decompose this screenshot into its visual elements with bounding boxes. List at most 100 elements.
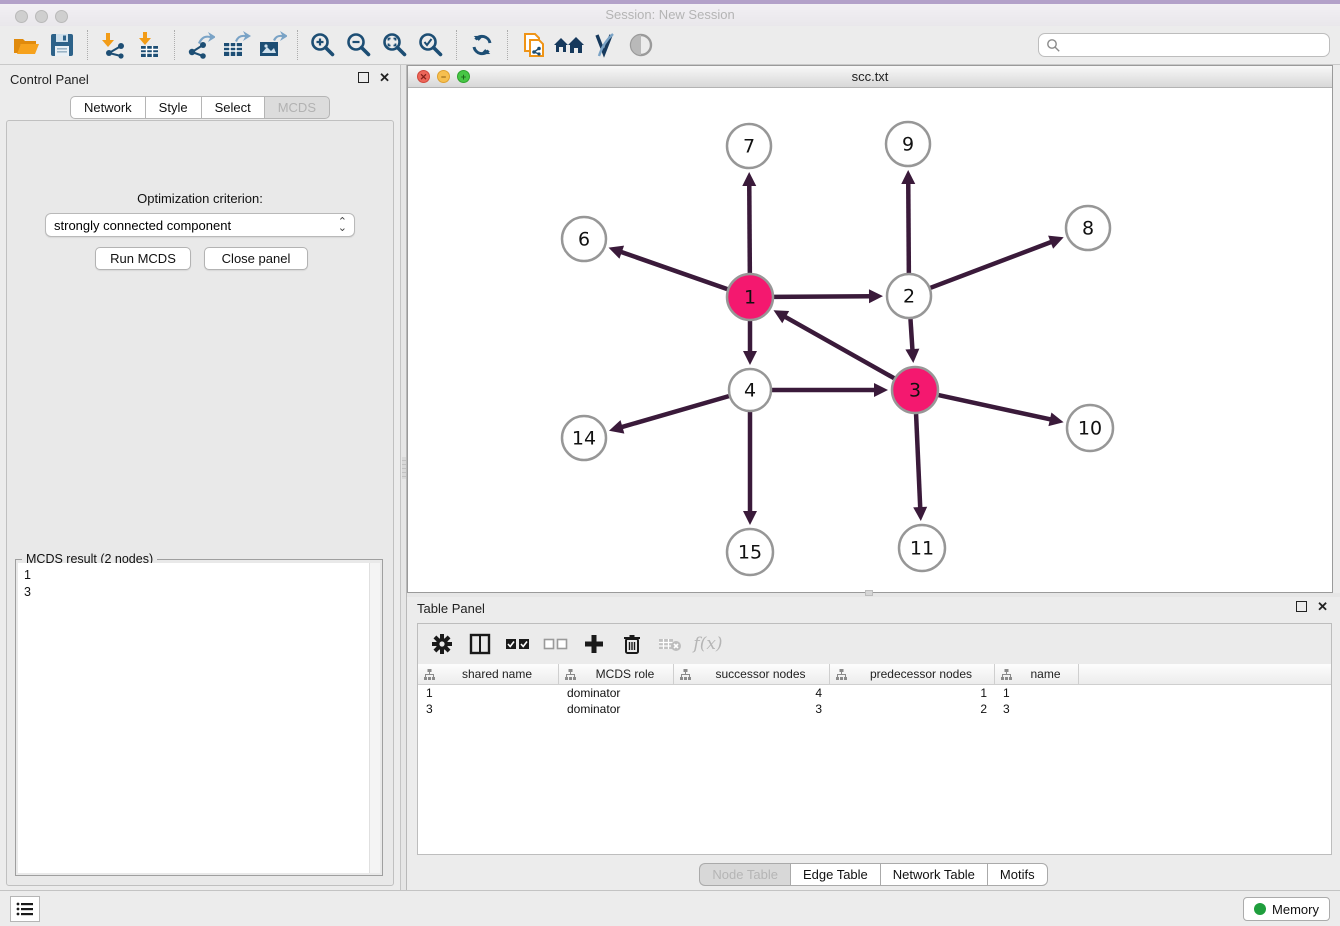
gear-button[interactable] [426, 629, 458, 659]
edge-4-14[interactable] [621, 396, 729, 427]
import-network-button[interactable] [95, 29, 131, 61]
function-builder-button[interactable]: f(x) [692, 629, 724, 659]
graph-node-label-10: 10 [1078, 418, 1102, 440]
table-cell[interactable]: 3 [674, 701, 830, 717]
delete-button[interactable] [616, 629, 648, 659]
selected-option: strongly connected component [54, 218, 231, 233]
edge-3-1[interactable] [784, 316, 894, 378]
edge-3-11[interactable] [916, 414, 920, 509]
table-cell[interactable]: 1 [995, 685, 1079, 701]
export-image-button[interactable] [254, 29, 290, 61]
edge-2-3[interactable] [910, 319, 912, 351]
toolbar-separator [456, 30, 457, 60]
column-header-successor-nodes[interactable]: successor nodes [674, 664, 830, 685]
optimization-criterion-select[interactable]: strongly connected component ⌃⌄ [45, 213, 355, 237]
table-cell[interactable]: 2 [830, 701, 995, 717]
delete-table-button[interactable] [654, 629, 686, 659]
table-cell[interactable]: 1 [830, 685, 995, 701]
search-field[interactable] [1038, 33, 1330, 57]
vizmapper-button[interactable] [587, 29, 623, 61]
export-network-button[interactable] [182, 29, 218, 61]
node-table-container: f(x) shared nameMCDS rolesuccessor nodes… [417, 623, 1332, 855]
result-scrollbar[interactable] [369, 563, 380, 873]
run-mcds-button[interactable]: Run MCDS [95, 247, 191, 270]
zoom-fit-icon [381, 31, 409, 59]
export-network-icon [185, 31, 215, 59]
clone-network-button[interactable] [515, 29, 551, 61]
import-table-button[interactable] [131, 29, 167, 61]
tab-network[interactable]: Network [70, 96, 145, 119]
edge-1-7[interactable] [749, 184, 750, 273]
table-cell[interactable]: 4 [674, 685, 830, 701]
graph-node-label-7: 7 [743, 136, 755, 158]
close-panel-button[interactable]: Close panel [204, 247, 308, 270]
float-panel-icon[interactable] [1296, 601, 1307, 612]
close-panel-icon[interactable]: ✕ [379, 72, 390, 83]
toolbar-separator [174, 30, 175, 60]
column-header-name[interactable]: name [995, 664, 1079, 685]
zoom-in-button[interactable] [305, 29, 341, 61]
column-header-MCDS-role[interactable]: MCDS role [559, 664, 674, 685]
network-graph-canvas[interactable]: 7968124314101511 [408, 88, 1332, 592]
close-panel-icon[interactable]: ✕ [1317, 601, 1328, 612]
open-file-button[interactable] [8, 29, 44, 61]
table-row[interactable]: 3dominator323 [418, 701, 1331, 717]
zoom-out-button[interactable] [341, 29, 377, 61]
task-history-button[interactable] [10, 896, 40, 922]
show-hide-panels-button[interactable] [623, 29, 659, 61]
column-header-shared-name[interactable]: shared name [418, 664, 559, 685]
home-button[interactable] [551, 29, 587, 61]
tab-select[interactable]: Select [201, 96, 264, 119]
tab-motifs[interactable]: Motifs [987, 863, 1048, 886]
memory-button[interactable]: Memory [1243, 897, 1330, 921]
hierarchy-icon [565, 669, 576, 680]
main-toolbar [0, 26, 1340, 65]
tab-network-table[interactable]: Network Table [880, 863, 987, 886]
network-window-titlebar[interactable]: ✕ − + scc.txt [408, 66, 1332, 88]
divider-grip[interactable] [865, 590, 873, 596]
hierarchy-icon [1001, 669, 1012, 680]
network-window-title: scc.txt [408, 69, 1332, 84]
edge-3-10[interactable] [938, 395, 1051, 420]
control-panel-title: Control Panel [10, 72, 89, 87]
tab-node-table[interactable]: Node Table [699, 863, 790, 886]
refresh-button[interactable] [464, 29, 500, 61]
memory-status-icon [1254, 903, 1266, 915]
table-cell[interactable]: 3 [995, 701, 1079, 717]
select-all-columns-button[interactable] [502, 629, 534, 659]
column-header-predecessor-nodes[interactable]: predecessor nodes [830, 664, 995, 685]
export-table-button[interactable] [218, 29, 254, 61]
vertical-split-divider[interactable] [400, 65, 407, 890]
table-row[interactable]: 1dominator411 [418, 685, 1331, 701]
divider-grip[interactable] [402, 457, 406, 479]
float-panel-icon[interactable] [358, 72, 369, 83]
import-network-icon [99, 31, 127, 59]
hierarchy-icon [424, 669, 435, 680]
tab-mcds[interactable]: MCDS [264, 96, 330, 119]
zoom-selected-button[interactable] [413, 29, 449, 61]
edge-1-6[interactable] [620, 252, 727, 290]
table-cell[interactable]: dominator [559, 701, 674, 717]
zoom-fit-button[interactable] [377, 29, 413, 61]
edge-1-2[interactable] [774, 296, 871, 297]
add-column-button[interactable] [578, 629, 610, 659]
search-input[interactable] [1061, 38, 1329, 52]
mcds-result-textarea[interactable]: 1 3 [18, 563, 380, 873]
edge-2-9[interactable] [908, 182, 909, 273]
table-cell[interactable]: 3 [418, 701, 559, 717]
deselect-all-columns-button[interactable] [540, 629, 572, 659]
split-view-button[interactable] [464, 629, 496, 659]
table-cell[interactable]: 1 [418, 685, 559, 701]
table-cell[interactable]: dominator [559, 685, 674, 701]
window-titlebar: Session: New Session [0, 0, 1340, 26]
tab-style[interactable]: Style [145, 96, 201, 119]
graph-node-label-1: 1 [744, 287, 756, 309]
tab-edge-table[interactable]: Edge Table [790, 863, 880, 886]
graph-node-label-8: 8 [1082, 218, 1094, 240]
network-view-window: ✕ − + scc.txt 7968124314101511 [407, 65, 1333, 593]
mcds-panel-body: Optimization criterion: strongly connect… [6, 120, 394, 886]
save-session-button[interactable] [44, 29, 80, 61]
hierarchy-icon [680, 669, 691, 680]
edge-2-8[interactable] [931, 241, 1053, 287]
mcds-result-text: 1 3 [24, 567, 31, 601]
